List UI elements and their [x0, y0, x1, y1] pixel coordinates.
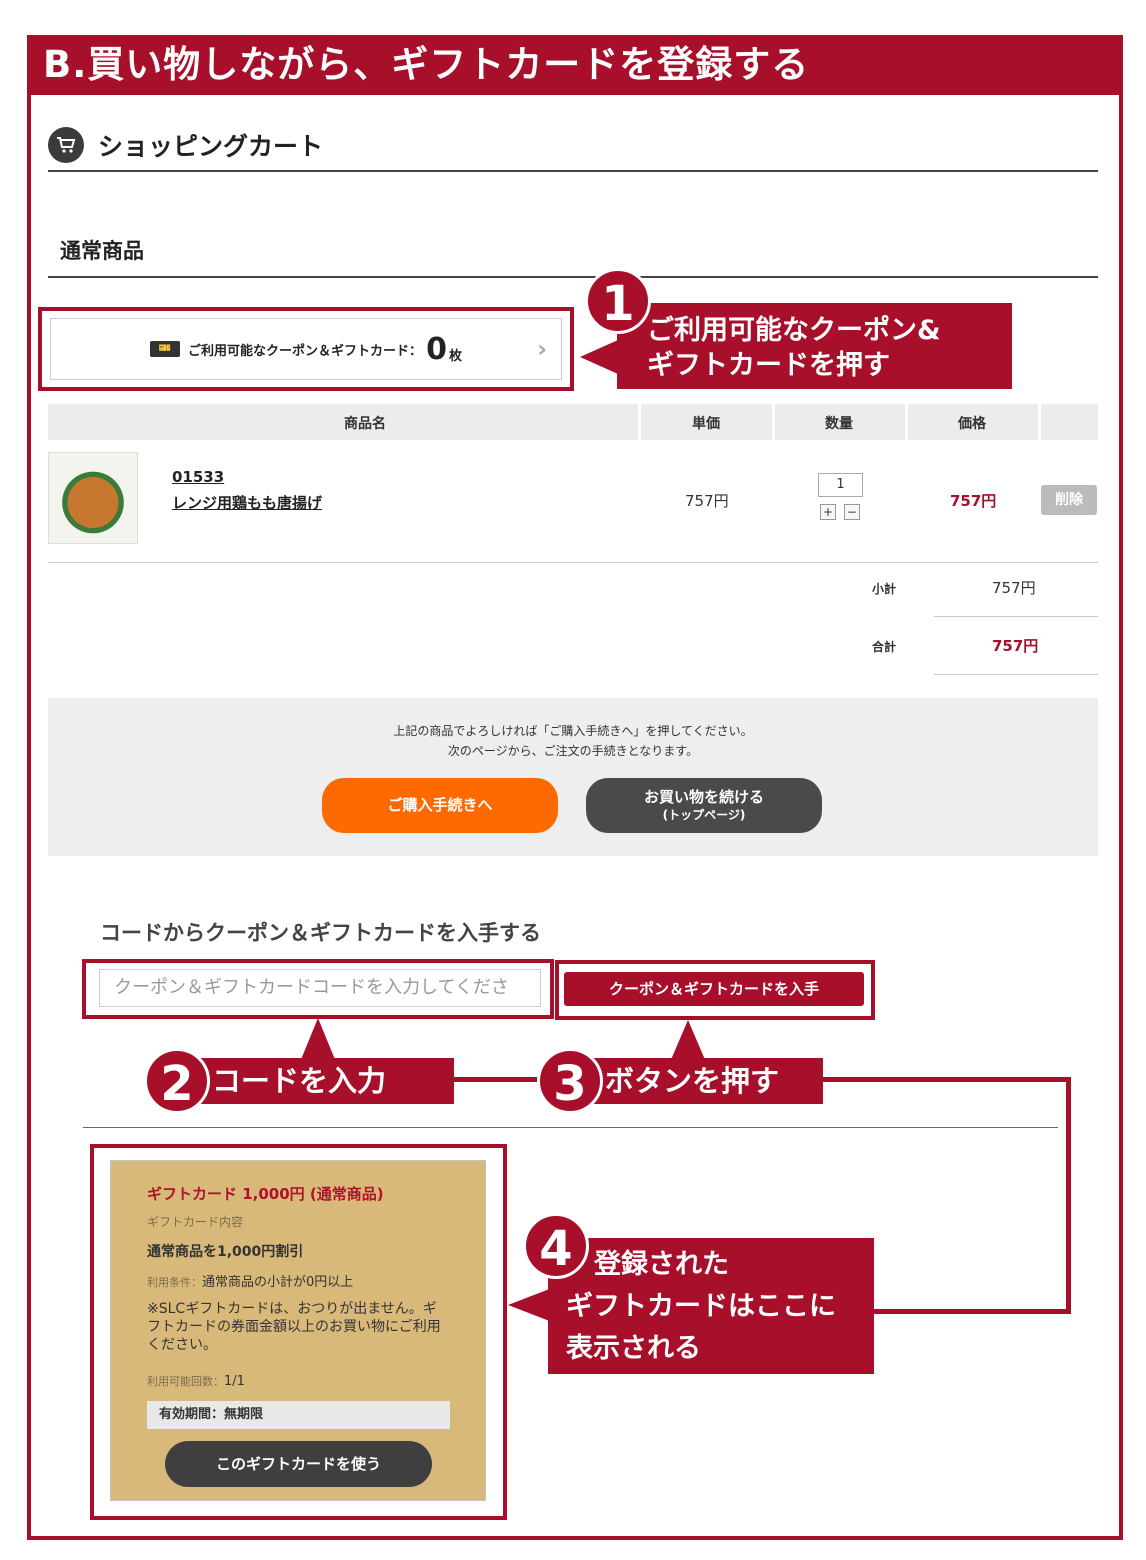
product-image[interactable] — [48, 452, 138, 544]
get-coupon-button[interactable]: クーポン＆ギフトカードを入手 — [564, 972, 864, 1006]
total-value: 757円 — [992, 637, 1039, 655]
gift-card-validity: 有効期間：無期限 — [147, 1401, 450, 1429]
callout-3-pointer — [670, 1020, 706, 1062]
checkout-message-1: 上記の商品でよろしければ「ご購入手続きへ」を押してください。 — [393, 724, 753, 738]
callout-1-line2: ギフトカードを押す — [647, 350, 890, 381]
callout-1-number: 1 — [585, 268, 651, 334]
gift-card-condition: 利用条件：通常商品の小計が0円以上 — [147, 1271, 353, 1290]
checkout-message-2: 次のページから、ご注文の手続きとなります。 — [447, 744, 699, 758]
product-unit-price: 757円 — [685, 492, 729, 510]
connector-line — [872, 1309, 1071, 1314]
gift-card-uses-label: 利用可能回数： — [147, 1375, 224, 1388]
tutorial-banner: B.買い物しながら、ギフトカードを登録する — [27, 35, 1123, 95]
coupon-code-input[interactable]: クーポン＆ギフトカードコードを入力してくださ — [99, 969, 541, 1007]
use-gift-card-button[interactable]: このギフトカードを使う — [165, 1441, 432, 1487]
header-unit-price: 単価 — [692, 416, 720, 432]
summary-divider — [934, 616, 1098, 617]
callout-3: ボタンを押す — [575, 1058, 823, 1104]
checkout-panel: 上記の商品でよろしければ「ご購入手続きへ」を押してください。 次のページから、ご… — [48, 698, 1098, 856]
delete-button[interactable]: 削除 — [1041, 485, 1097, 515]
product-name-link[interactable]: レンジ用鶏もも唐揚げ — [172, 492, 322, 513]
callout-1: ご利用可能なクーポン& ギフトカードを押す — [617, 303, 1012, 389]
quantity-minus-button[interactable]: − — [844, 504, 860, 520]
callout-4-line1: 登録された — [594, 1249, 729, 1280]
row-divider — [48, 562, 1098, 563]
callout-4-line3: 表示される — [566, 1333, 701, 1364]
quantity-plus-button[interactable]: + — [820, 504, 836, 520]
header-product-name: 商品名 — [344, 416, 386, 432]
summary-divider — [934, 674, 1098, 675]
total-label: 合計 — [872, 640, 897, 654]
coupon-link-label: ご利用可能なクーポン＆ギフトカード： — [188, 343, 423, 359]
code-section-title: コードからクーポン＆ギフトカードを入手する — [100, 921, 541, 945]
callout-1-line1: ご利用可能なクーポン& — [647, 315, 941, 346]
callout-4-line2: ギフトカードはここに — [566, 1291, 836, 1322]
callout-4: 登録された ギフトカードはここに 表示される — [548, 1238, 874, 1374]
callout-2-pointer — [300, 1018, 336, 1062]
quantity-input[interactable]: 1 — [818, 473, 863, 497]
cart-table-header: 商品名 単価 数量 価格 — [48, 404, 1098, 440]
gift-card-panel: ギフトカード 1,000円 (通常商品) ギフトカード内容 通常商品を1,000… — [110, 1160, 486, 1501]
callout-1-pointer — [580, 340, 618, 374]
gift-card-condition-label: 利用条件： — [147, 1276, 202, 1289]
gift-card-condition-value: 通常商品の小計が0円以上 — [202, 1275, 354, 1290]
coupon-count: 0 — [426, 331, 447, 367]
section-divider — [83, 1127, 1058, 1128]
gift-card-title: ギフトカード 1,000円 (通常商品) — [147, 1185, 384, 1203]
chevron-right-icon: › — [537, 335, 547, 363]
coupon-giftcard-link[interactable]: 🎫 ご利用可能なクーポン＆ギフトカード： 0 枚 › — [50, 318, 562, 380]
continue-shopping-label: お買い物を続ける — [643, 788, 764, 806]
coupon-unit: 枚 — [448, 348, 462, 364]
cart-icon — [48, 127, 84, 163]
gift-card-content-label: ギフトカード内容 — [147, 1215, 244, 1229]
subtotal-label: 小計 — [872, 582, 897, 596]
callout-2-number: 2 — [144, 1048, 210, 1114]
product-price: 757円 — [950, 492, 997, 510]
subtotal-value: 757円 — [992, 579, 1036, 597]
continue-shopping-button[interactable]: お買い物を続ける (トップページ) — [586, 778, 822, 833]
continue-shopping-sub: (トップページ) — [662, 808, 746, 822]
gift-card-note: ※SLCギフトカードは、おつりが出ません。ギフトカードの券面金額以上のお買い物に… — [147, 1301, 441, 1353]
callout-3-number: 3 — [537, 1048, 603, 1114]
section-title: 通常商品 — [48, 228, 1098, 278]
callout-2: コードを入力 — [180, 1058, 454, 1104]
cart-header: ショッピングカート — [48, 120, 1098, 172]
gift-card-uses-value: 1/1 — [224, 1374, 245, 1389]
page-title: ショッピングカート — [98, 132, 324, 161]
connector-line — [823, 1077, 1071, 1082]
proceed-to-purchase-button[interactable]: ご購入手続きへ — [322, 778, 558, 833]
connector-line — [1066, 1077, 1071, 1314]
header-price: 価格 — [958, 416, 986, 432]
callout-4-pointer — [508, 1288, 552, 1322]
product-code-link[interactable]: 01533 — [172, 468, 224, 486]
header-quantity: 数量 — [825, 416, 853, 432]
ticket-icon: 🎫 — [150, 341, 181, 357]
gift-card-discount: 通常商品を1,000円割引 — [147, 1244, 304, 1260]
gift-card-uses: 利用可能回数：1/1 — [147, 1373, 245, 1389]
callout-4-number: 4 — [523, 1213, 589, 1279]
